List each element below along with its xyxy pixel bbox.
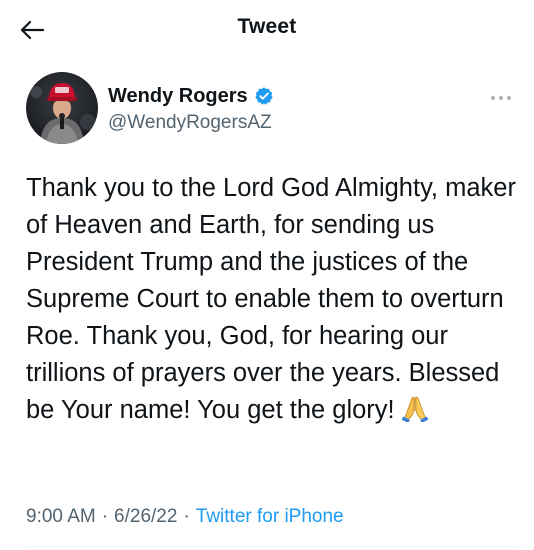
tweet-text-body: Thank you to the Lord God Almighty, make… xyxy=(26,174,516,424)
author-name-block: Wendy Rogers @WendyRogersAZ xyxy=(108,84,274,134)
more-options-button[interactable] xyxy=(486,90,516,106)
folded-hands-icon xyxy=(401,394,429,433)
display-name[interactable]: Wendy Rogers xyxy=(108,85,248,108)
author-row: Wendy Rogers @WendyRogersAZ xyxy=(26,72,516,144)
verified-badge-icon xyxy=(254,87,273,105)
meta-separator: · xyxy=(101,506,109,527)
tweet-text: Thank you to the Lord God Almighty, make… xyxy=(26,170,518,433)
user-handle[interactable]: @WendyRogersAZ xyxy=(108,112,274,134)
meta-separator: · xyxy=(183,506,190,527)
tweet-header: Tweet xyxy=(0,0,534,60)
tweet-source-link[interactable]: Twitter for iPhone xyxy=(196,506,344,527)
avatar[interactable] xyxy=(26,72,98,144)
display-name-row: Wendy Rogers xyxy=(108,84,274,108)
tweet-time[interactable]: 9:00 AM xyxy=(26,506,96,527)
tweet-date[interactable]: 6/26/22 xyxy=(114,506,177,527)
page-title: Tweet xyxy=(237,15,297,38)
tweet-meta: 9:00 AM · 6/26/22 · Twitter for iPhone xyxy=(26,506,344,528)
profile-photo xyxy=(26,72,98,144)
more-horizontal-icon xyxy=(491,96,511,100)
divider xyxy=(26,546,518,547)
